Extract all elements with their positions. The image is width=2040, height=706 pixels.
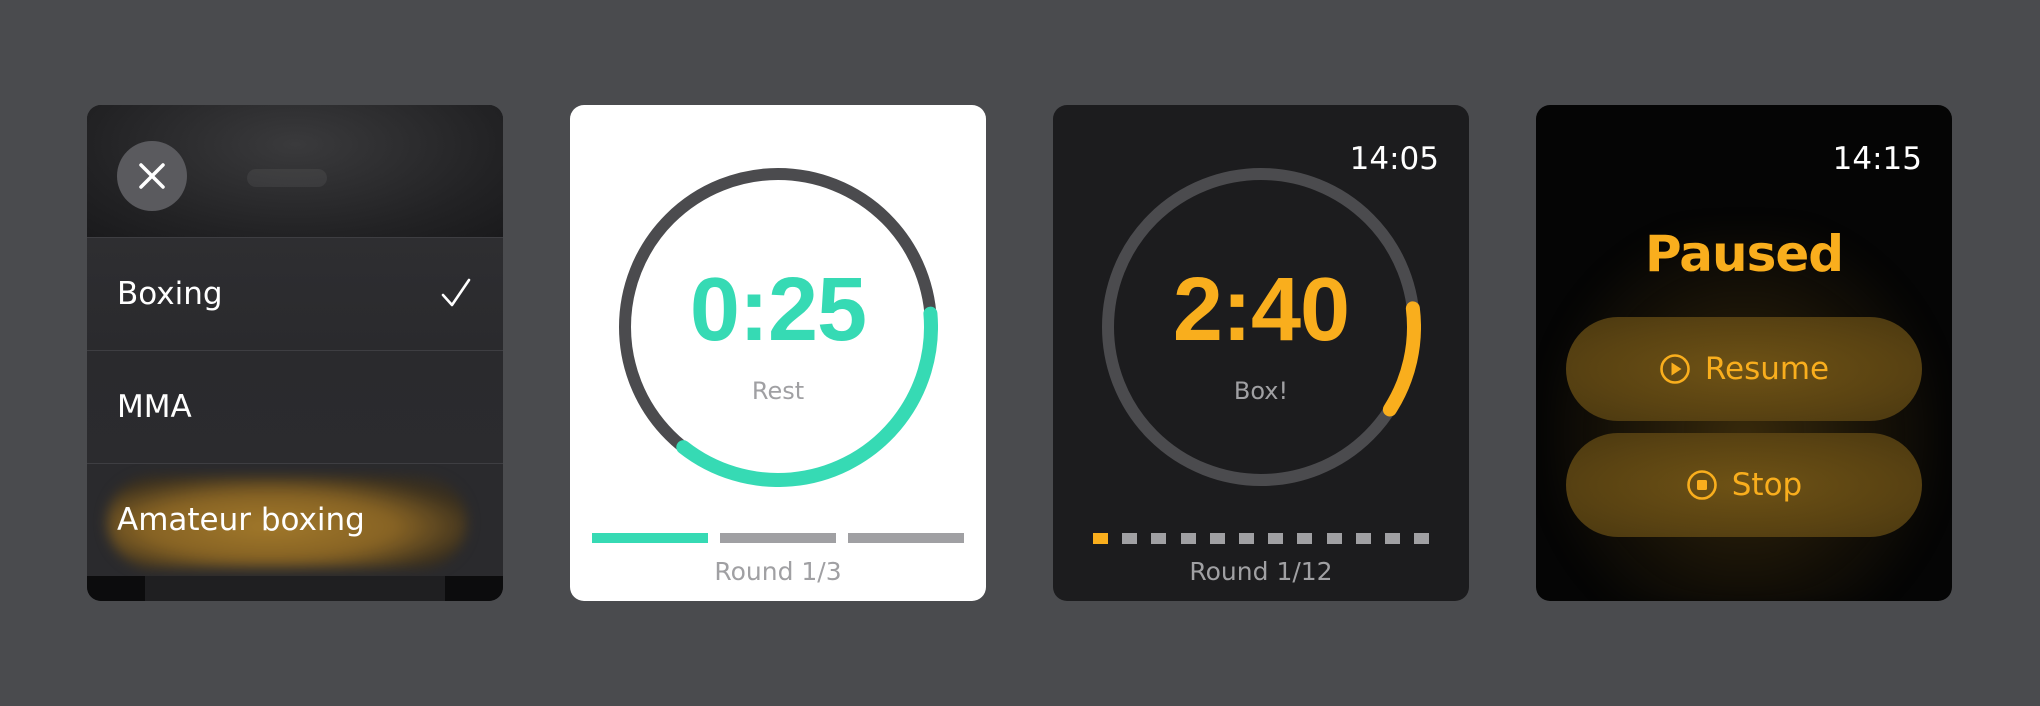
timer-display: 2:40	[1172, 260, 1350, 360]
round-indicator	[1093, 533, 1433, 544]
menu-item-amateur-boxing[interactable]: Amateur boxing	[87, 463, 503, 576]
round-segment	[848, 533, 964, 543]
round-segment	[1122, 533, 1138, 544]
paused-screen: 14:15 Paused Resume Stop	[1536, 105, 1952, 601]
resume-label: Resume	[1704, 351, 1830, 387]
menu-item-label: Amateur boxing	[117, 502, 365, 538]
round-segment	[1093, 533, 1108, 544]
workout-type-menu: Boxing MMA Amateur boxing	[87, 105, 503, 601]
close-button[interactable]	[117, 141, 187, 211]
round-indicator	[592, 533, 964, 543]
round-segment	[1151, 533, 1167, 544]
round-segment	[1268, 533, 1284, 544]
clock-time: 14:15	[1832, 141, 1922, 177]
round-segment	[1180, 533, 1196, 544]
round-segment	[1239, 533, 1254, 544]
rest-timer-screen: 0:25 Rest Round 1/3	[570, 105, 986, 601]
round-segment	[1385, 533, 1400, 544]
stop-circle-icon	[1686, 470, 1717, 500]
stop-label: Stop	[1731, 467, 1803, 503]
menu-item-mma[interactable]: MMA	[87, 350, 503, 463]
round-segment	[1414, 533, 1430, 544]
timer-display: 0:25	[689, 260, 867, 360]
checkmark-icon	[441, 278, 471, 307]
menu-item-label: MMA	[117, 389, 192, 425]
round-counter: Round 1/3	[714, 557, 842, 586]
close-icon	[139, 163, 165, 189]
round-segment	[1209, 533, 1225, 544]
menu-bottom-edge	[87, 576, 503, 601]
blurred-header-shape	[247, 169, 327, 187]
round-segment	[1326, 533, 1342, 544]
menu-item-boxing[interactable]: Boxing	[87, 237, 503, 350]
round-counter: Round 1/12	[1189, 557, 1333, 586]
phase-label: Rest	[751, 377, 805, 405]
round-segment	[720, 533, 836, 543]
round-segment	[592, 533, 708, 543]
stop-button[interactable]: Stop	[1566, 433, 1922, 537]
resume-button[interactable]: Resume	[1566, 317, 1922, 421]
play-circle-icon	[1660, 354, 1690, 384]
box-timer-screen: 14:05 2:40 Box! Round 1/12	[1053, 105, 1469, 601]
round-segment	[1355, 533, 1371, 544]
menu-item-label: Boxing	[117, 276, 223, 312]
phase-label: Box!	[1233, 377, 1289, 405]
paused-title: Paused	[1644, 225, 1844, 283]
round-segment	[1297, 533, 1313, 544]
